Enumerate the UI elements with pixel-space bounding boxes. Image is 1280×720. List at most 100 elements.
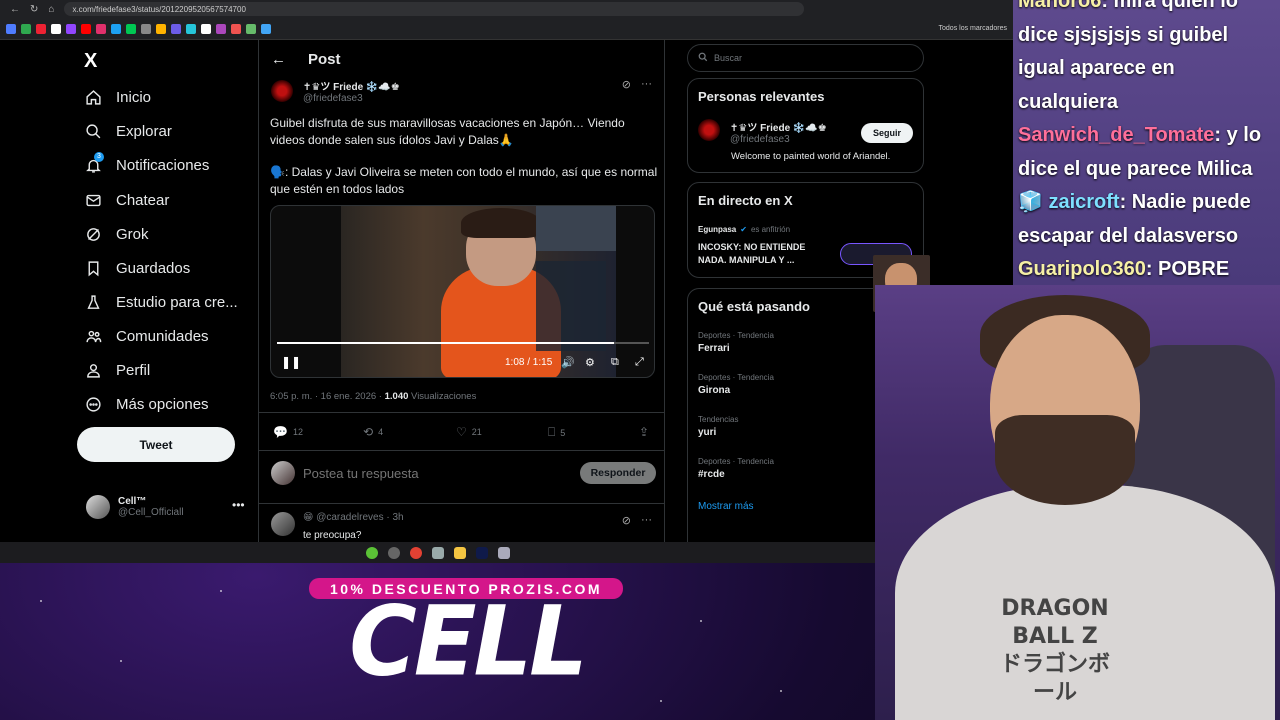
tweet-button[interactable]: Tweet [77, 427, 235, 462]
show-more-link[interactable]: Mostrar más [698, 501, 754, 512]
pause-icon[interactable]: ❚❚ [281, 355, 301, 369]
bookmark-icon[interactable] [141, 23, 151, 34]
nav-item-creator-studio[interactable]: Estudio para cre... [84, 290, 238, 314]
reply-button[interactable]: Responder [580, 462, 656, 484]
bookmark-icon[interactable] [21, 23, 31, 34]
bookmark-icon[interactable] [216, 23, 226, 34]
app-icon[interactable] [431, 546, 444, 559]
account-switcher[interactable]: Cell™ @Cell_Officiall [86, 495, 184, 519]
reply-input[interactable] [303, 465, 563, 481]
bookmark-icon[interactable] [186, 23, 196, 34]
nav-label: Comunidades [116, 327, 209, 345]
trend-item[interactable]: Tendencias yuri [698, 415, 738, 438]
bookmark-icon[interactable] [201, 23, 211, 34]
relevant-people-card: Personas relevantes ✝♛ツ Friede ❄️☁️♚ @fr… [687, 78, 924, 173]
left-nav: X Inicio Explorar 3 Notificaciones Chate [76, 40, 256, 542]
host-name: Egunpasa [698, 225, 737, 234]
avatar [271, 80, 293, 102]
like-count: 21 [471, 427, 482, 437]
bookmark-icon[interactable] [246, 23, 256, 34]
trend-item[interactable]: Deportes · Tendencia Ferrari [698, 331, 774, 354]
page-title: Post [308, 50, 341, 68]
nav-label: Inicio [116, 88, 152, 106]
bookmark-icon[interactable] [171, 23, 181, 34]
folder-icon[interactable] [453, 546, 466, 559]
post-meta: 6:05 p. m. · 16 ene. 2026 · 1.040 Visual… [270, 391, 476, 402]
chrome-icon[interactable] [409, 546, 422, 559]
bookmarks-folder[interactable]: Todos los marcadores [939, 25, 1007, 32]
heart-icon: ♡ [456, 425, 467, 439]
post-text: Guibel disfruta de sus maravillosas vaca… [270, 116, 625, 147]
follow-button[interactable]: Seguir [861, 123, 913, 143]
nav-item-notifications[interactable]: 3 Notificaciones [84, 152, 209, 177]
video-player[interactable]: ❚❚ 1:08 / 1:15 🔊 ⚙ ⧉ ⤢ [270, 205, 655, 378]
nav-item-more[interactable]: Más opciones [84, 392, 209, 416]
fullscreen-icon[interactable]: ⤢ [635, 356, 644, 369]
post-author[interactable]: ✝♛ツ Friede ❄️☁️♚ @friedefase3 [271, 78, 400, 104]
trend-item[interactable]: Deportes · Tendencia #rcde [698, 457, 774, 480]
nav-item-chat[interactable]: Chatear [84, 188, 169, 212]
chat-message: 🧊 zaicroft: Nadie puede escapar del dala… [1018, 186, 1276, 253]
bookmark-icon[interactable] [231, 23, 241, 34]
back-arrow-icon[interactable]: ← [271, 51, 286, 68]
miniplayer-icon[interactable]: ⧉ [611, 356, 619, 369]
url-field[interactable]: x.com/friedefase3/status/201220952056757… [64, 2, 805, 16]
video-chat [536, 261, 606, 351]
grok-icon[interactable]: ⊘ [622, 78, 631, 91]
reply-item[interactable]: 😁 @caradelreves · 3h te preocupa? [271, 512, 404, 541]
bookmark-icon[interactable] [66, 23, 76, 34]
nav-label: Guardados [116, 259, 191, 277]
bookmark-icon[interactable] [156, 23, 166, 34]
nav-item-grok[interactable]: Grok [84, 222, 149, 246]
video-progress-fill [277, 342, 615, 344]
person-row[interactable]: ✝♛ツ Friede ❄️☁️♚ @friedefase3 [698, 119, 827, 145]
live-stream-title[interactable]: INCOSKY: NO ENTIENDE NADA. MANIPULA Y ..… [698, 241, 828, 267]
app-icon[interactable] [365, 546, 378, 559]
settings-icon[interactable]: ⚙ [585, 356, 595, 369]
nav-item-communities[interactable]: Comunidades [84, 324, 209, 348]
reply-header-icons: ⊘ ··· [622, 514, 652, 527]
bell-icon: 3 [84, 152, 104, 174]
x-page: X Inicio Explorar 3 Notificaciones Chate [0, 40, 1013, 542]
bookmark-icon[interactable] [111, 23, 121, 34]
bookmark-icon[interactable] [81, 23, 91, 34]
app-icon[interactable] [387, 546, 400, 559]
reply-action[interactable]: 💬 12 [273, 425, 303, 439]
nav-item-explore[interactable]: Explorar [84, 119, 172, 143]
bookmark-icon[interactable] [96, 23, 106, 34]
bookmark-icon[interactable] [6, 23, 16, 34]
bookmark-icon[interactable] [51, 23, 61, 34]
more-dots-icon[interactable]: ··· [641, 514, 652, 527]
search-input[interactable] [714, 53, 894, 63]
grok-icon[interactable]: ⊘ [622, 514, 631, 527]
like-action[interactable]: ♡ 21 [456, 425, 482, 439]
trend-item[interactable]: Deportes · Tendencia Girona [698, 373, 774, 396]
photoshop-icon[interactable] [475, 546, 488, 559]
video-controls: ❚❚ 1:08 / 1:15 🔊 ⚙ ⧉ ⤢ [271, 352, 654, 372]
bookmark-icon[interactable] [261, 23, 271, 34]
flask-icon [84, 293, 102, 311]
x-logo[interactable]: X [84, 50, 97, 73]
promo-name: CELL [349, 585, 588, 698]
nav-item-profile[interactable]: Perfil [84, 358, 150, 382]
volume-icon[interactable]: 🔊 [561, 356, 575, 369]
back-arrow-icon[interactable]: ← [10, 4, 20, 15]
more-dots-icon[interactable]: ••• [232, 498, 245, 512]
bookmark-icon[interactable] [36, 23, 46, 34]
nav-item-home[interactable]: Inicio [84, 85, 151, 109]
bookmark-icon[interactable] [126, 23, 136, 34]
bookmark-action[interactable]: ⎕ 5 [548, 425, 565, 440]
repost-action[interactable]: ⟲ 4 [363, 425, 383, 439]
more-dots-icon[interactable]: ··· [641, 78, 652, 91]
live-host: Egunpasa ✔ es anfitrión [698, 225, 790, 234]
video-pip [536, 206, 616, 251]
home-icon[interactable]: ⌂ [48, 4, 54, 15]
star [780, 690, 782, 692]
nav-label: Grok [116, 225, 149, 243]
reply-handle: 😁 @caradelreves · 3h [303, 512, 404, 523]
share-action[interactable]: ⇪ [639, 425, 649, 439]
app-icon[interactable] [497, 546, 510, 559]
reload-icon[interactable]: ↻ [30, 4, 38, 15]
nav-item-bookmarks[interactable]: Guardados [84, 256, 190, 280]
video-progress-bar[interactable] [277, 342, 649, 344]
